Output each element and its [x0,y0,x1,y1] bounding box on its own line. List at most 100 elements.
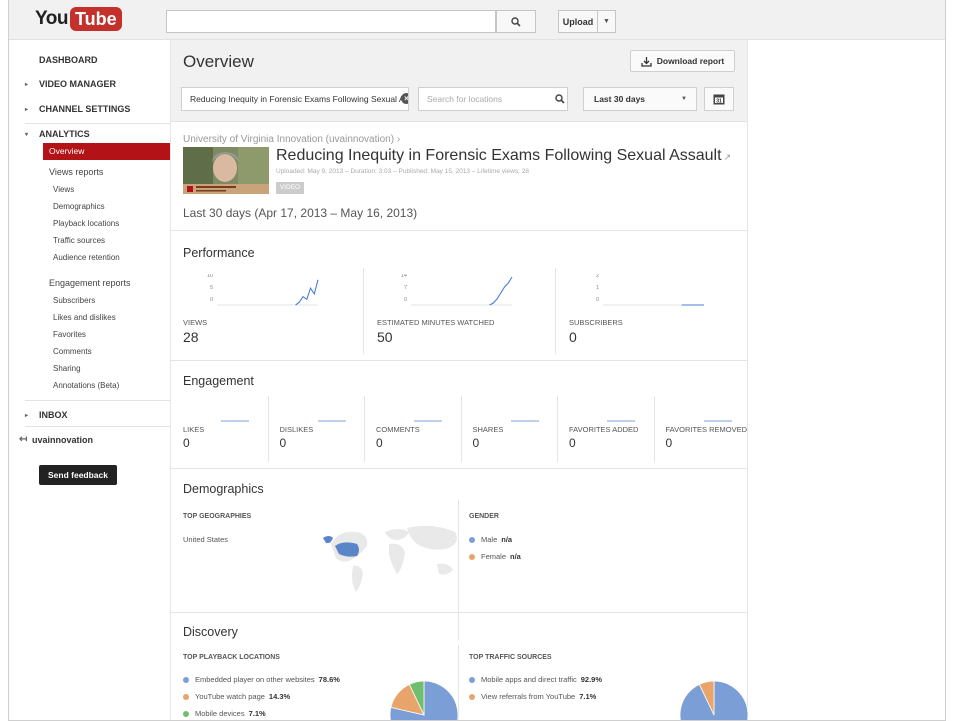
axis-tick-label: 2 [596,274,599,279]
metric-label: FAVORITES ADDED [569,425,639,434]
sidebar-item-subscribers[interactable]: Subscribers [53,296,95,305]
discovery-title: Discovery [183,625,238,639]
metric-value: 0 [569,329,577,345]
logo-tube-text: Tube [69,7,122,31]
video-title[interactable]: Reducing Inequity in Forensic Exams Foll… [276,147,731,165]
sidebar-item-dashboard[interactable]: DASHBOARD [39,55,98,65]
column-divider [267,396,269,462]
search-button[interactable] [496,10,536,33]
channel-breadcrumb[interactable]: University of Virginia Innovation (uvain… [183,134,400,145]
mini-sparkline [510,420,539,422]
date-range-select[interactable]: Last 30 days [583,87,697,111]
pie-chart [679,680,749,720]
column-divider [458,500,459,640]
sidebar-item-playback-locations[interactable]: Playback locations [53,219,119,228]
column-divider [363,268,364,354]
masthead: You Tube Upload ▼ [9,0,945,40]
metric-value: 28 [183,329,199,345]
chevron-right-icon: ▸ [25,412,29,419]
metric-value: 0 [183,436,190,450]
calendar-day: 31 [716,98,722,104]
sidebar-item-audience-retention[interactable]: Audience retention [53,253,120,262]
metric-value: 50 [377,329,393,345]
legend-dot-icon [469,693,475,700]
sidebar-item-engagement-reports[interactable]: Engagement reports [49,278,131,288]
sidebar-item-traffic-sources[interactable]: Traffic sources [53,236,105,245]
sidebar-item-inbox[interactable]: ▸ INBOX [25,410,68,420]
axis-tick-label: 10 [207,274,213,279]
chevron-right-icon: ▸ [25,81,29,88]
chevron-down-icon: ▾ [25,131,29,138]
geography-item: United States [183,535,228,544]
legend-value: 78.6% [318,675,340,684]
sidebar-item-likes-dislikes[interactable]: Likes and dislikes [53,313,116,322]
sparkline-chart: 2 1 0 [596,274,704,306]
sidebar-channel-link[interactable]: ↤ uvainnovation [19,434,93,445]
video-thumbnail[interactable] [183,147,269,194]
metric-label: COMMENTS [376,425,420,434]
external-link-icon[interactable]: ↗ [724,152,732,162]
metric-value: 0 [569,436,576,450]
legend-dot-icon [183,710,189,717]
date-range-label: Last 30 days (Apr 17, 2013 – May 16, 201… [183,206,418,220]
search-input[interactable] [166,10,496,33]
sidebar-item-overview[interactable]: Overview [43,143,170,160]
search-icon[interactable] [555,94,565,104]
video-filter-chip[interactable]: Reducing Inequity in Forensic Exams Foll… [181,87,409,111]
sparkline-chart: 14 7 0 [401,274,513,306]
playback-locations-heading: TOP PLAYBACK LOCATIONS [183,654,280,661]
chevron-down-icon: ▼ [681,96,687,102]
video-filter-text: Reducing Inequity in Forensic Exams Foll… [190,94,409,104]
geography-label: United States [183,535,229,544]
mini-sparkline [414,420,442,422]
axis-tick-label: 7 [404,285,407,291]
mini-sparkline [703,420,732,422]
column-divider [557,396,558,462]
sidebar-item-comments[interactable]: Comments [53,347,92,356]
mini-sparkline [221,420,249,422]
sidebar-item-video-manager[interactable]: ▸ VIDEO MANAGER [25,79,116,89]
calendar-button[interactable]: 31 [704,87,734,111]
mini-sparkline [317,420,346,422]
clear-filter-icon[interactable]: × [401,93,408,104]
legend-dot-icon [183,693,189,700]
youtube-logo[interactable]: You Tube [35,7,122,31]
download-report-button[interactable]: Download report [630,50,735,72]
send-feedback-button[interactable]: Send feedback [39,465,117,485]
sidebar-channel-name: uvainnovation [32,434,94,445]
axis-tick-label: 0 [404,297,407,303]
sidebar-item-views[interactable]: Views [53,185,74,194]
axis-tick-label: 0 [210,297,213,303]
location-search-input[interactable]: Search for locations [418,87,568,111]
sidebar-item-label: ANALYTICS [39,129,90,139]
legend-dot-icon [469,536,475,543]
gender-item: Female n/a [469,552,521,561]
sidebar-item-demographics[interactable]: Demographics [53,202,105,211]
sidebar-item-views-reports[interactable]: Views reports [49,167,103,177]
sidebar-item-favorites[interactable]: Favorites [53,330,86,339]
legend-value: n/a [510,552,521,561]
sidebar-item-sharing[interactable]: Sharing [53,364,81,373]
upload-button[interactable]: Upload [558,10,598,33]
playback-location-item: Embedded player on other websites 78.6% [183,675,340,684]
traffic-source-item: Mobile apps and direct traffic 92.9% [469,675,602,684]
metric-value: 0 [665,436,673,450]
sidebar-item-analytics[interactable]: ▾ ANALYTICS [25,129,90,139]
legend-label: View referrals from YouTube [481,692,576,701]
column-divider [364,396,365,462]
legend-dot-icon [469,553,475,560]
upload-menu-button[interactable]: ▼ [598,10,616,33]
sidebar-divider [25,123,170,124]
metric-value: 0 [472,436,480,450]
top-geographies-heading: TOP GEOGRAPHIES [183,513,252,520]
sidebar-divider [25,426,170,427]
axis-tick-label: 14 [401,274,407,279]
metric-label: VIEWS [183,318,208,327]
axis-tick-label: 5 [210,285,213,291]
traffic-sources-heading: TOP TRAFFIC SOURCES [469,654,552,661]
playback-location-item: Mobile devices 7.1% [183,709,266,718]
sidebar-item-channel-settings[interactable]: ▸ CHANNEL SETTINGS [25,104,130,114]
sidebar-item-annotations[interactable]: Annotations (Beta) [53,381,119,390]
sparkline-chart: 10 5 0 [207,274,319,306]
legend-value: 14.3% [268,692,291,701]
